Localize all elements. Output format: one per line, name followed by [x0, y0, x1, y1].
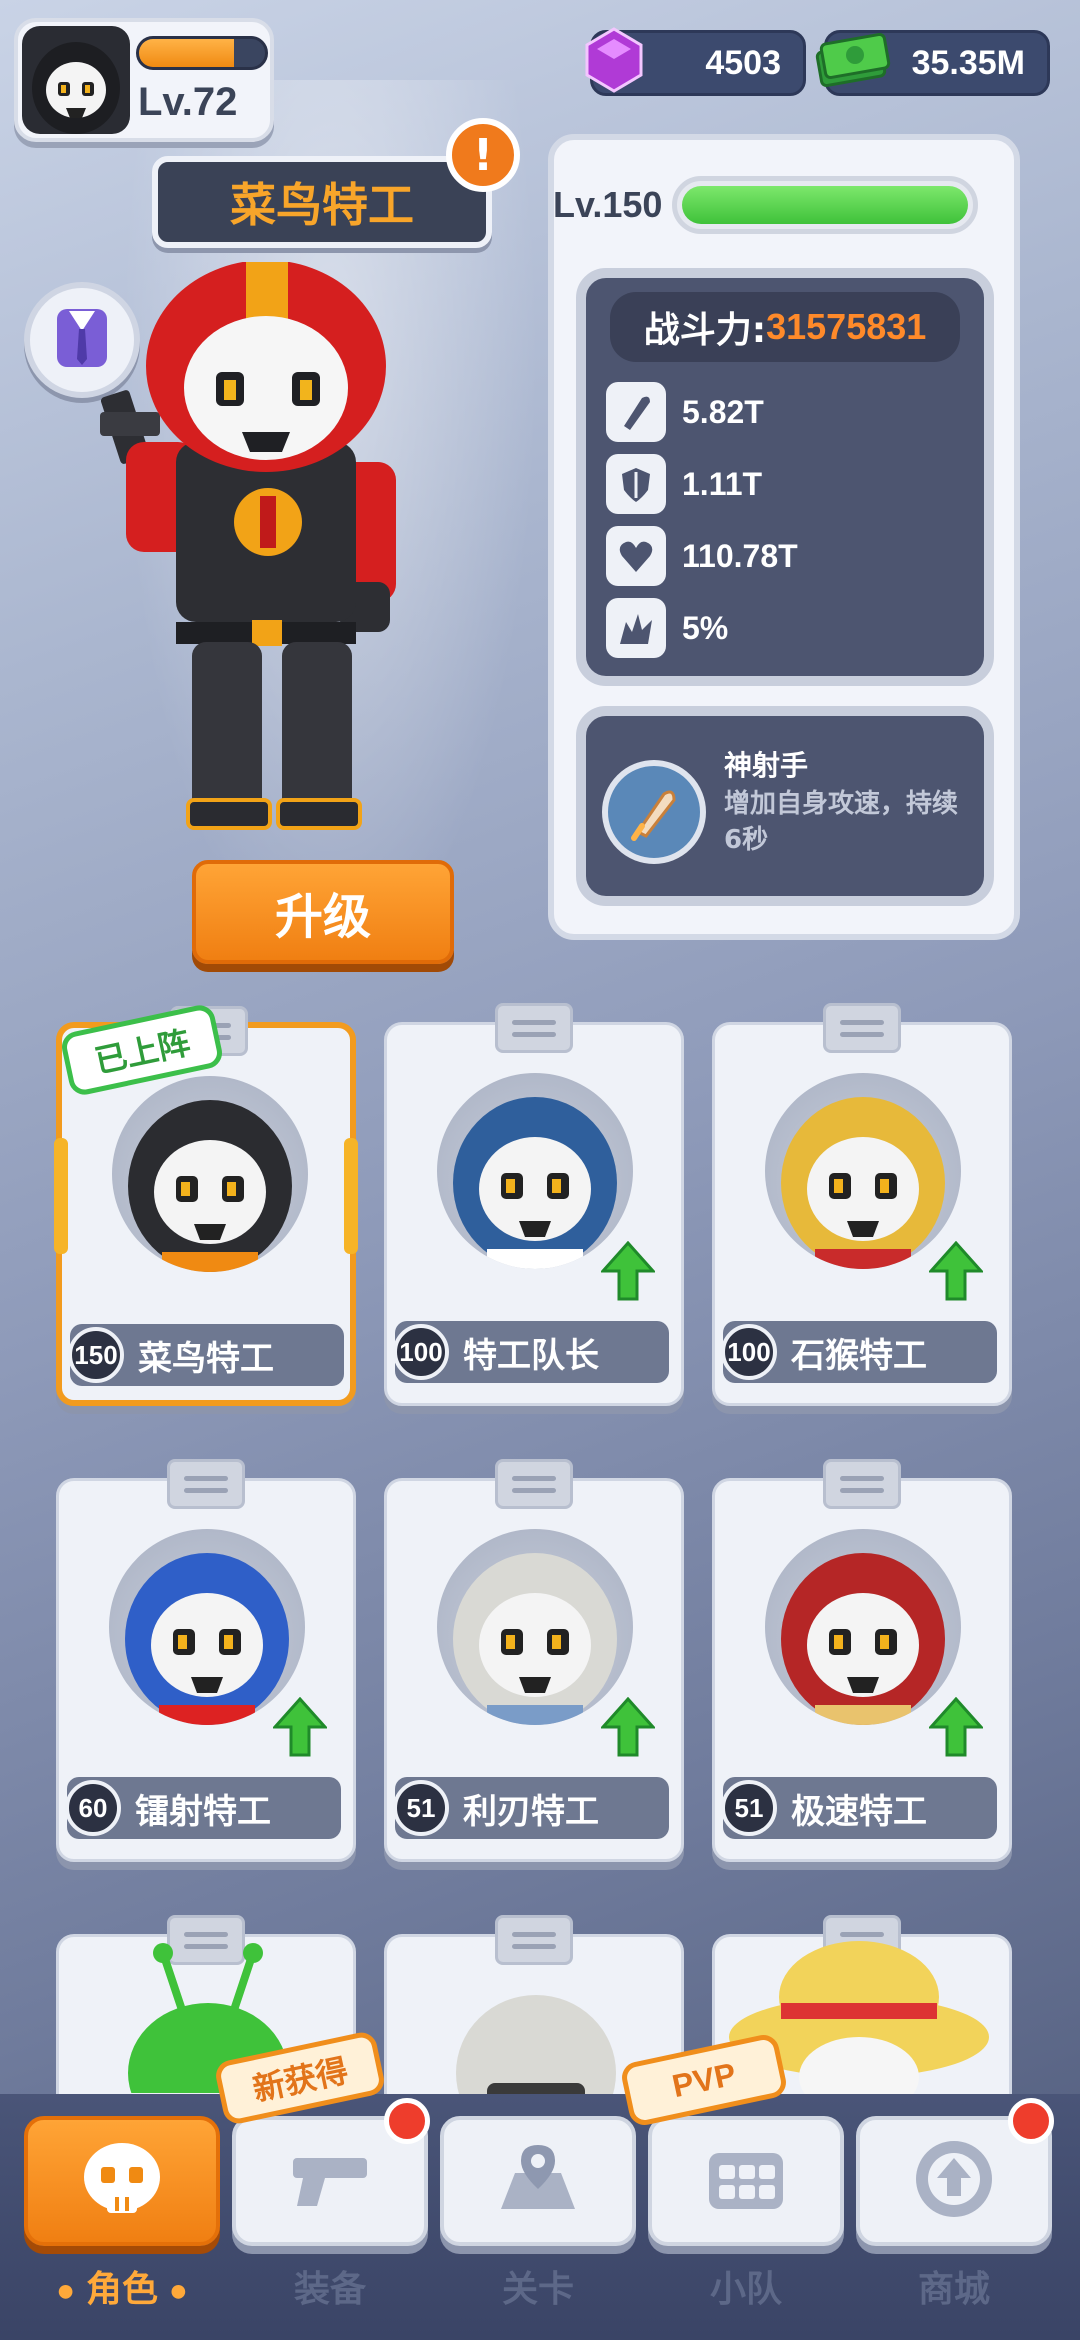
- alert-icon[interactable]: !: [446, 118, 520, 192]
- agent-portrait: [765, 1529, 961, 1725]
- cash-counter[interactable]: 35.35M: [815, 30, 1050, 96]
- agent-card-name: 镭射特工: [135, 1791, 271, 1832]
- card-clip: [495, 1003, 573, 1053]
- player-xp-bar: [136, 36, 268, 70]
- combat-power: 战斗力: 31575831: [610, 292, 960, 362]
- agent-card[interactable]: 60 镭射特工: [56, 1459, 356, 1862]
- agent-level-badge: 100: [721, 1324, 777, 1380]
- agent-card[interactable]: 100 特工队长: [384, 1003, 684, 1406]
- agent-card-name: 极速特工: [791, 1791, 927, 1832]
- shop-badge-dot: [1008, 2098, 1054, 2144]
- agent-card-name: 利刃特工: [463, 1791, 599, 1832]
- nav-label-character[interactable]: ● 角色 ●: [24, 2260, 220, 2312]
- agent-card-label: 51 利刃特工: [393, 1777, 669, 1839]
- cash-amount: 35.35M: [911, 43, 1025, 82]
- agent-level-label: Lv.150: [553, 184, 663, 225]
- sharpshooter-skill-icon: [602, 760, 706, 864]
- card-clip: [823, 1003, 901, 1053]
- cash-icon: [813, 25, 893, 100]
- team-icon: [701, 2139, 791, 2223]
- agent-card-label: 60 镭射特工: [65, 1777, 341, 1839]
- agent-name: 菜鸟特工: [230, 178, 414, 232]
- nav-tab-character[interactable]: [24, 2116, 220, 2246]
- stat-health: 110.78T: [606, 526, 798, 586]
- agent-character-model: [96, 260, 456, 842]
- stat-defense-value: 1.11T: [682, 465, 763, 502]
- agent-portrait: [109, 1529, 305, 1725]
- agent-card[interactable]: 51 极速特工: [712, 1459, 1012, 1862]
- agent-stats-panel: Lv.150 战斗力:31575831 5.82T 1.11T 110.78T: [548, 134, 1020, 940]
- shop-icon: [909, 2134, 999, 2228]
- upgrade-button[interactable]: 升级: [192, 860, 454, 964]
- agent-portrait: [437, 1529, 633, 1725]
- agent-level-badge: 51: [721, 1780, 777, 1836]
- upgrade-arrow-icon: [599, 1696, 657, 1761]
- agent-card[interactable]: 150 菜鸟特工 已上阵: [54, 1002, 358, 1406]
- upgrade-arrow-icon: [927, 1240, 985, 1305]
- heart-icon: [606, 526, 666, 586]
- card-clip: [495, 1459, 573, 1509]
- agent-card-label: 100 特工队长: [393, 1321, 669, 1383]
- stat-defense: 1.11T: [606, 454, 762, 514]
- agent-card-label: 51 极速特工: [721, 1777, 997, 1839]
- agent-level-badge: 51: [393, 1780, 449, 1836]
- bullet-icon: [606, 382, 666, 442]
- nav-label-equipment[interactable]: 装备: [232, 2260, 428, 2312]
- player-avatar: [22, 26, 130, 134]
- agent-name-plate: 菜鸟特工: [152, 156, 492, 248]
- agent-card-name: 特工队长: [463, 1335, 599, 1376]
- gem-icon: [579, 25, 649, 104]
- stat-critical: 5%: [606, 598, 728, 658]
- upgrade-arrow-icon: [927, 1696, 985, 1761]
- player-level: Lv.72: [138, 80, 238, 124]
- agent-level-badge: 100: [393, 1324, 449, 1380]
- nav-label-levels[interactable]: 关卡: [440, 2260, 636, 2312]
- agent-card[interactable]: 100 石猴特工: [712, 1003, 1012, 1406]
- agent-level-bar: [672, 176, 978, 234]
- gem-counter[interactable]: 4503: [585, 27, 806, 96]
- agent-portrait: [437, 1073, 633, 1269]
- agent-card-label: 150 菜鸟特工: [68, 1324, 344, 1386]
- player-profile[interactable]: Lv.72: [14, 18, 274, 142]
- nav-label-squad[interactable]: 小队: [648, 2260, 844, 2312]
- agent-level-badge: 150: [68, 1327, 124, 1383]
- gun-icon: [285, 2144, 375, 2218]
- map-pin-icon: [493, 2139, 583, 2223]
- stat-health-value: 110.78T: [682, 537, 798, 574]
- agent-portrait: [765, 1073, 961, 1269]
- critical-icon: [606, 598, 666, 658]
- upgrade-arrow-icon: [599, 1240, 657, 1305]
- upgrade-arrow-icon: [271, 1696, 329, 1761]
- power-label: 战斗力:: [643, 310, 767, 351]
- agent-card[interactable]: 51 利刃特工: [384, 1459, 684, 1862]
- card-clip: [167, 1459, 245, 1509]
- power-value: 31575831: [766, 306, 927, 347]
- agent-card-name: 石猴特工: [791, 1335, 927, 1376]
- gem-count: 4503: [705, 43, 781, 82]
- stat-attack: 5.82T: [606, 382, 764, 442]
- equipment-badge-dot: [384, 2098, 430, 2144]
- shield-icon: [606, 454, 666, 514]
- skill-name: 神射手: [724, 749, 809, 782]
- stat-critical-value: 5%: [682, 609, 729, 646]
- stat-box: 战斗力: 31575831 5.82T 1.11T 110.78T 5%: [576, 268, 994, 686]
- card-clip: [823, 1459, 901, 1509]
- agent-card-name: 菜鸟特工: [138, 1338, 274, 1379]
- skill-box[interactable]: 神射手 增加自身攻速，持续6秒: [576, 706, 994, 906]
- stat-attack-value: 5.82T: [682, 393, 764, 430]
- agent-level-badge: 60: [65, 1780, 121, 1836]
- nav-tab-levels[interactable]: [440, 2116, 636, 2246]
- nav-label-shop[interactable]: 商城: [856, 2260, 1052, 2312]
- agent-portrait: [112, 1076, 308, 1272]
- skill-description: 增加自身攻速，持续6秒: [724, 789, 959, 855]
- agent-card-label: 100 石猴特工: [721, 1321, 997, 1383]
- upgrade-label: 升级: [274, 889, 371, 945]
- nav-tab-squad[interactable]: [648, 2116, 844, 2246]
- skull-icon: [77, 2139, 167, 2223]
